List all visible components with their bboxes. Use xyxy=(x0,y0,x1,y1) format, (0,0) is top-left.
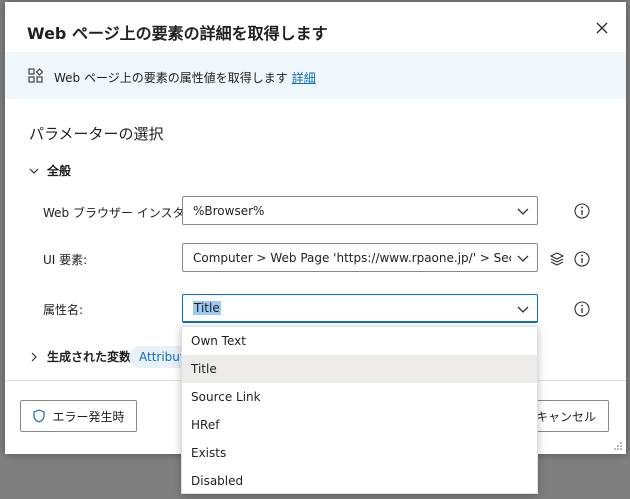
browser-instance-select[interactable]: %Browser% xyxy=(182,196,538,225)
close-icon[interactable] xyxy=(592,18,612,38)
ui-element-select[interactable]: Computer > Web Page 'https://www.rpaone.… xyxy=(182,243,538,272)
info-text: Web ページ上の要素の属性値を取得します xyxy=(54,71,288,85)
on-error-button[interactable]: エラー発生時 xyxy=(20,400,137,432)
info-description: Web ページ上の要素の属性値を取得します 詳細 xyxy=(54,69,316,86)
dropdown-option[interactable]: HRef xyxy=(182,411,537,439)
info-circle-icon[interactable] xyxy=(574,301,590,317)
chevron-right-icon xyxy=(31,352,37,361)
action-icon xyxy=(28,68,44,83)
chevron-down-icon xyxy=(517,255,529,262)
shield-icon xyxy=(33,409,46,423)
dropdown-option-selected[interactable]: Title xyxy=(182,355,537,383)
group-general-toggle[interactable]: 全般 xyxy=(29,162,71,179)
attribute-name-value: Title xyxy=(193,301,221,315)
attribute-dropdown-list: Own Text Title Source Link HRef Exists D… xyxy=(181,326,538,494)
browser-instance-value: %Browser% xyxy=(193,203,265,218)
dropdown-option[interactable]: Source Link xyxy=(182,383,537,411)
dropdown-option[interactable]: Disabled xyxy=(182,467,537,495)
chevron-down-icon xyxy=(517,306,529,313)
info-bar: Web ページ上の要素の属性値を取得します 詳細 xyxy=(5,52,626,99)
info-circle-icon[interactable] xyxy=(574,203,590,219)
section-title: パラメーターの選択 xyxy=(29,125,164,143)
dropdown-option[interactable]: Exists xyxy=(182,439,537,467)
attribute-name-select[interactable]: Title xyxy=(182,294,538,323)
generated-variables-label: 生成された変数 xyxy=(47,350,132,364)
info-circle-icon[interactable] xyxy=(574,251,590,267)
dropdown-option[interactable]: Own Text xyxy=(182,327,537,355)
ui-element-label: UI 要素: xyxy=(43,253,88,267)
group-general-label: 全般 xyxy=(47,164,72,178)
details-link[interactable]: 詳細 xyxy=(292,71,316,85)
layers-icon[interactable] xyxy=(549,251,565,267)
attribute-name-label: 属性名: xyxy=(43,303,84,317)
chevron-down-icon xyxy=(29,168,39,174)
chevron-down-icon xyxy=(517,208,529,215)
resize-grip-icon[interactable] xyxy=(613,441,623,451)
generated-variables-toggle[interactable]: 生成された変数 xyxy=(29,348,131,365)
ui-element-value: Computer > Web Page 'https://www.rpaone.… xyxy=(193,250,511,265)
dialog-title: Web ページ上の要素の詳細を取得します xyxy=(27,24,328,43)
on-error-label: エラー発生時 xyxy=(52,409,125,424)
